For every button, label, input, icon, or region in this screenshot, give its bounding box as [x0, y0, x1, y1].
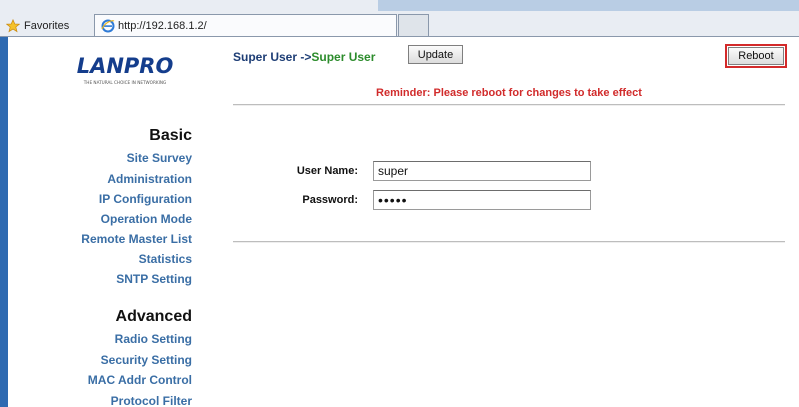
sidebar-item-statistics[interactable]: Statistics — [139, 252, 192, 266]
browser-titlebar-strip — [378, 0, 799, 11]
reboot-reminder: Reminder: Please reboot for changes to t… — [376, 87, 642, 99]
sidebar-item-radio-setting[interactable]: Radio Setting — [115, 332, 192, 346]
sidebar-item-security-setting[interactable]: Security Setting — [101, 353, 192, 367]
logo-tagline: THE NATURAL CHOICE IN NETWORKING — [83, 80, 167, 85]
breadcrumb-current: Super User — [311, 50, 376, 64]
sidebar-item-operation-mode[interactable]: Operation Mode — [101, 212, 192, 226]
star-icon — [6, 19, 20, 33]
advanced-heading: Advanced — [115, 308, 192, 325]
sidebar-item-sntp-setting[interactable]: SNTP Setting — [116, 272, 192, 286]
browser-tab-url: http://192.168.1.2/ — [118, 20, 207, 32]
favorites-label: Favorites — [24, 20, 70, 32]
password-input[interactable]: ••••• — [373, 190, 591, 210]
update-button[interactable]: Update — [408, 45, 463, 64]
logo-wordmark: LANPRO — [77, 54, 174, 78]
username-input[interactable]: super — [373, 161, 591, 181]
favorites-button[interactable]: Favorites — [6, 17, 69, 35]
sidebar-item-protocol-filter[interactable]: Protocol Filter — [111, 394, 192, 407]
breadcrumb: Super User ->Super User — [233, 50, 375, 64]
browser-tab[interactable]: http://192.168.1.2/ — [94, 14, 397, 37]
password-label: Password: — [302, 194, 358, 206]
sidebar-item-remote-master-list[interactable]: Remote Master List — [81, 232, 192, 246]
window-left-border — [0, 37, 8, 407]
lanpro-logo: LANPRO THE NATURAL CHOICE IN NETWORKING — [77, 54, 174, 85]
basic-heading: Basic — [149, 127, 192, 144]
divider-top — [233, 104, 785, 106]
internet-explorer-icon — [101, 19, 115, 33]
sidebar-item-administration[interactable]: Administration — [107, 172, 192, 186]
sidebar-item-mac-addr-control[interactable]: MAC Addr Control — [88, 373, 192, 387]
username-label: User Name: — [296, 165, 358, 177]
sidebar-item-site-survey[interactable]: Site Survey — [127, 151, 192, 165]
divider-bottom — [233, 241, 785, 243]
breadcrumb-root: Super User -> — [233, 50, 312, 64]
reboot-button[interactable]: Reboot — [728, 47, 784, 65]
toolbar-divider — [0, 36, 799, 37]
new-tab-button[interactable] — [398, 14, 429, 37]
sidebar-item-ip-configuration[interactable]: IP Configuration — [99, 192, 192, 206]
